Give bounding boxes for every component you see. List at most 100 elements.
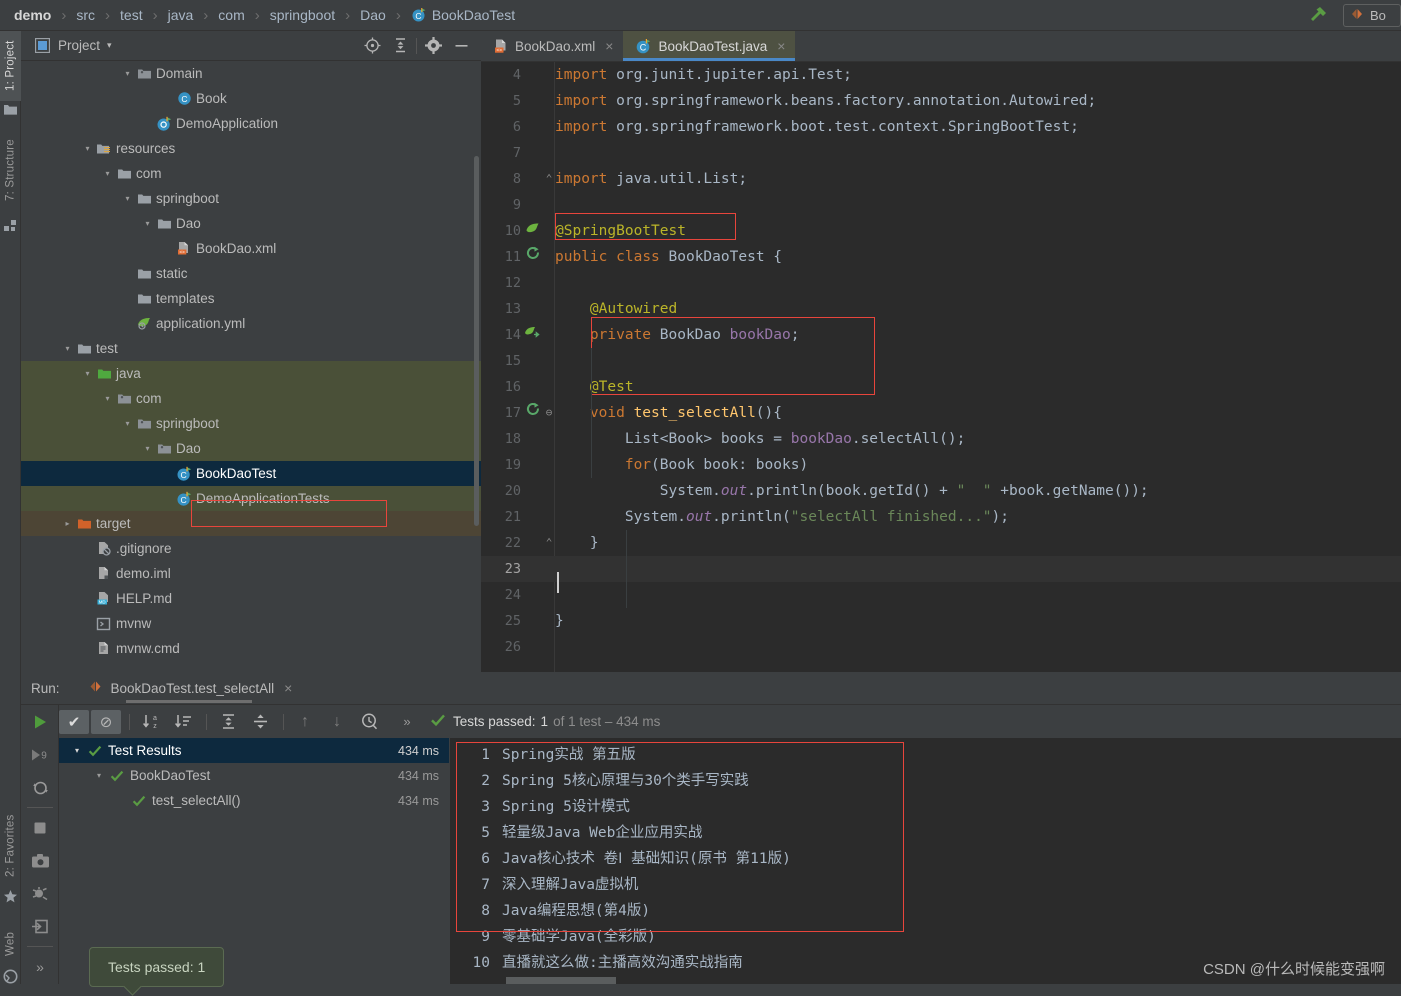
tree-item-book[interactable]: CBook: [21, 86, 481, 111]
spring-leaf-icon[interactable]: [523, 218, 541, 244]
test-history-icon[interactable]: [354, 710, 384, 734]
code-line-9[interactable]: 9: [481, 192, 1401, 218]
code-fold-marker[interactable]: ⌃: [543, 530, 555, 556]
project-tree-scrollbar[interactable]: [474, 156, 479, 526]
chevron-down-icon[interactable]: ▾: [69, 746, 85, 755]
gear-icon[interactable]: [419, 37, 447, 54]
tree-item-bookdao-xml[interactable]: <>BookDao.xml: [21, 236, 481, 261]
breadcrumb-item-com[interactable]: com: [217, 0, 245, 31]
show-ignored-toggle[interactable]: ⊘: [91, 710, 121, 734]
close-icon[interactable]: ×: [777, 38, 785, 54]
tree-item-help-md[interactable]: MDHELP.md: [21, 586, 481, 611]
code-line-13[interactable]: 13 @Autowired: [481, 296, 1401, 322]
test-tree-row[interactable]: ▾BookDaoTest434 ms: [59, 763, 449, 788]
code-line-11[interactable]: 11public class BookDaoTest {: [481, 244, 1401, 270]
chevron-down-icon[interactable]: ▾: [61, 344, 74, 353]
breadcrumb-item-demo[interactable]: demo: [0, 0, 52, 31]
code-line-20[interactable]: 20 System.out.println(book.getId() + " "…: [481, 478, 1401, 504]
sort-alphabetically-icon[interactable]: az: [136, 710, 166, 734]
screenshot-icon[interactable]: [21, 844, 59, 877]
chevron-down-icon[interactable]: ▾: [81, 144, 94, 153]
stop-icon[interactable]: [21, 811, 59, 844]
sidebar-item-structure[interactable]: 7: Structure: [0, 126, 21, 214]
breadcrumb-item-dao[interactable]: Dao: [359, 0, 387, 31]
code-line-25[interactable]: 25}: [481, 608, 1401, 634]
tree-item-gitignore[interactable]: .gitignore: [21, 536, 481, 561]
tree-item-target[interactable]: ▸target: [21, 511, 481, 536]
chevron-down-icon[interactable]: ▾: [141, 444, 154, 453]
tree-item-com[interactable]: ▾com: [21, 386, 481, 411]
breadcrumb-item-src[interactable]: src: [75, 0, 96, 31]
project-file-tree[interactable]: ▾DomainCBookDemoApplication▾resources▾co…: [21, 61, 481, 672]
chevron-down-icon[interactable]: ▾: [141, 219, 154, 228]
tree-item-bookdaotest[interactable]: CBookDaoTest: [21, 461, 481, 486]
code-line-19[interactable]: 19 for(Book book: books): [481, 452, 1401, 478]
code-line-6[interactable]: 6import org.springframework.boot.test.co…: [481, 114, 1401, 140]
expand-all-icon[interactable]: [213, 710, 243, 734]
tree-item-templates[interactable]: templates: [21, 286, 481, 311]
tree-item-demoapplication[interactable]: DemoApplication: [21, 111, 481, 136]
code-editor[interactable]: 4import org.junit.jupiter.api.Test;5impo…: [481, 62, 1401, 672]
sidebar-item-web[interactable]: Web: [0, 919, 21, 969]
run-test-icon[interactable]: [523, 400, 541, 426]
breadcrumb-item-java[interactable]: java: [167, 0, 195, 31]
test-tree-row[interactable]: test_selectAll()434 ms: [59, 788, 449, 813]
sidebar-item-project[interactable]: 1: Project: [0, 31, 21, 101]
tree-item-mvnw-cmd[interactable]: mvnw.cmd: [21, 636, 481, 661]
more-icon[interactable]: »: [392, 710, 422, 734]
tree-item-test[interactable]: ▾test: [21, 336, 481, 361]
tree-item-java[interactable]: ▾java: [21, 361, 481, 386]
thread-dump-icon[interactable]: [21, 877, 59, 910]
tree-item-com[interactable]: ▾com: [21, 161, 481, 186]
sidebar-item-favorites[interactable]: 2: Favorites: [0, 801, 21, 891]
code-line-23[interactable]: 23: [481, 556, 1401, 582]
tree-item-application-yml[interactable]: application.yml: [21, 311, 481, 336]
tree-item-demo-iml[interactable]: demo.iml: [21, 561, 481, 586]
code-fold-marker[interactable]: ⊖: [543, 400, 555, 426]
close-icon[interactable]: ×: [605, 38, 613, 54]
bean-icon[interactable]: [523, 322, 541, 348]
tree-item-dao[interactable]: ▾Dao: [21, 211, 481, 236]
collapse-all-icon[interactable]: [245, 710, 275, 734]
tree-item-springboot[interactable]: ▾springboot: [21, 411, 481, 436]
run-configuration-selector[interactable]: Bo: [1343, 4, 1401, 27]
breadcrumb-item-bookdaotest[interactable]: C BookDaoTest: [410, 0, 516, 31]
code-line-14[interactable]: 14 private BookDao bookDao;: [481, 322, 1401, 348]
toggle-auto-test-icon[interactable]: [21, 771, 59, 804]
breadcrumb-item-springboot[interactable]: springboot: [269, 0, 336, 31]
chevron-down-icon[interactable]: ▾: [121, 194, 134, 203]
tree-item-springboot[interactable]: ▾springboot: [21, 186, 481, 211]
code-line-10[interactable]: 10@SpringBootTest: [481, 218, 1401, 244]
tab-bookdao-xml[interactable]: <> BookDao.xml ×: [481, 31, 623, 61]
export-icon[interactable]: [21, 910, 59, 943]
run-test-icon[interactable]: [523, 244, 541, 270]
chevron-down-icon[interactable]: ▾: [121, 419, 134, 428]
tree-item-domain[interactable]: ▾Domain: [21, 61, 481, 86]
breadcrumb-item-test[interactable]: test: [119, 0, 144, 31]
tree-item-dao[interactable]: ▾Dao: [21, 436, 481, 461]
tree-item-static[interactable]: static: [21, 261, 481, 286]
rerun-icon[interactable]: [21, 705, 59, 738]
console-horizontal-scrollbar[interactable]: [506, 977, 616, 984]
code-line-22[interactable]: 22⌃ }: [481, 530, 1401, 556]
show-passed-toggle[interactable]: ✔: [59, 710, 89, 734]
chevron-down-icon[interactable]: ▾: [81, 369, 94, 378]
code-line-26[interactable]: 26: [481, 634, 1401, 660]
code-line-21[interactable]: 21 System.out.println("selectAll finishe…: [481, 504, 1401, 530]
chevron-down-icon[interactable]: ▾: [107, 40, 112, 51]
code-line-15[interactable]: 15: [481, 348, 1401, 374]
code-line-5[interactable]: 5import org.springframework.beans.factor…: [481, 88, 1401, 114]
tab-bookdaotest-java[interactable]: C BookDaoTest.java ×: [623, 31, 795, 61]
run-session-tab[interactable]: BookDaoTest.test_selectAll ×: [80, 672, 301, 705]
code-line-4[interactable]: 4import org.junit.jupiter.api.Test;: [481, 62, 1401, 88]
next-failed-icon[interactable]: ↓: [322, 710, 352, 734]
code-line-18[interactable]: 18 List<Book> books = bookDao.selectAll(…: [481, 426, 1401, 452]
code-line-12[interactable]: 12: [481, 270, 1401, 296]
rerun-failed-icon[interactable]: 9: [21, 738, 59, 771]
more-icon[interactable]: »: [21, 950, 59, 983]
console-output[interactable]: 1Spring实战 第五版2Spring 5核心原理与30个类手写实践3Spri…: [450, 738, 1401, 990]
chevron-down-icon[interactable]: ▾: [101, 394, 114, 403]
locate-icon[interactable]: [358, 37, 386, 54]
close-icon[interactable]: ×: [284, 680, 292, 696]
code-line-17[interactable]: 17⊖ void test_selectAll(){: [481, 400, 1401, 426]
